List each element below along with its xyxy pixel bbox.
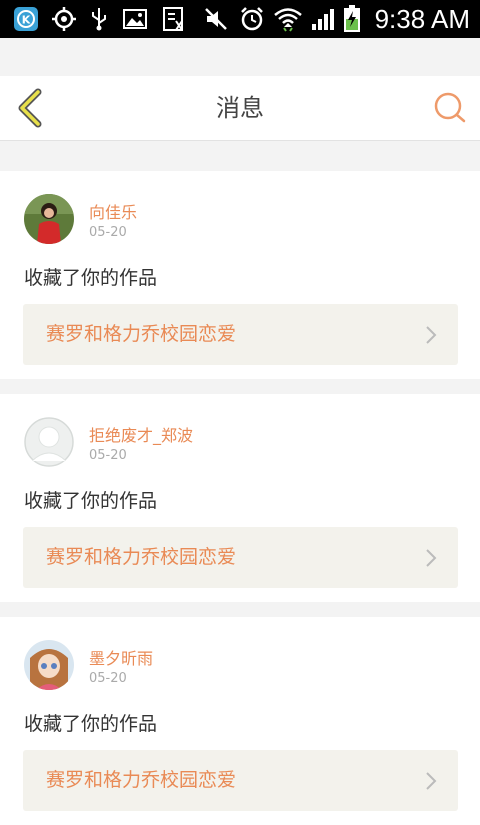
k-app-icon: K bbox=[12, 6, 40, 32]
usb-icon bbox=[88, 6, 110, 32]
signal-icon bbox=[309, 6, 337, 32]
app-header: 消息 bbox=[0, 76, 480, 141]
username[interactable]: 拒绝废才_郑波 bbox=[89, 422, 193, 446]
username[interactable]: 墨夕昕雨 bbox=[89, 645, 153, 669]
avatar[interactable] bbox=[24, 417, 74, 467]
chevron-right-icon bbox=[426, 326, 437, 344]
top-spacer bbox=[0, 38, 480, 76]
action-text: 收藏了你的作品 bbox=[24, 713, 158, 735]
avatar[interactable] bbox=[24, 194, 74, 244]
work-link[interactable]: 赛罗和格力乔校园恋爱 bbox=[23, 527, 458, 588]
search-button[interactable] bbox=[432, 90, 468, 126]
location-icon bbox=[50, 6, 78, 32]
mute-icon bbox=[203, 6, 229, 32]
avatar[interactable] bbox=[24, 640, 74, 690]
chevron-right-icon bbox=[426, 549, 437, 567]
wifi-icon bbox=[273, 6, 303, 32]
work-title: 赛罗和格力乔校园恋爱 bbox=[46, 546, 237, 568]
message-card: 墨夕昕雨 05-20 收藏了你的作品 赛罗和格力乔校园恋爱 bbox=[0, 617, 480, 825]
message-date: 05-20 bbox=[89, 671, 127, 686]
status-bar: K 9:38 AM bbox=[0, 0, 480, 38]
action-text: 收藏了你的作品 bbox=[24, 267, 158, 289]
chevron-right-icon bbox=[426, 772, 437, 790]
username[interactable]: 向佳乐 bbox=[89, 199, 137, 223]
work-link[interactable]: 赛罗和格力乔校园恋爱 bbox=[23, 304, 458, 365]
svg-text:K: K bbox=[22, 14, 31, 27]
work-title: 赛罗和格力乔校园恋爱 bbox=[46, 769, 237, 791]
image-icon bbox=[121, 6, 149, 32]
message-card: 拒绝废才_郑波 05-20 收藏了你的作品 赛罗和格力乔校园恋爱 bbox=[0, 394, 480, 602]
download-icon bbox=[160, 6, 186, 32]
alarm-icon bbox=[238, 6, 266, 32]
search-icon bbox=[434, 92, 466, 123]
work-title: 赛罗和格力乔校园恋爱 bbox=[46, 323, 237, 345]
message-list: 向佳乐 05-20 收藏了你的作品 赛罗和格力乔校园恋爱 拒绝废才_郑波 05-… bbox=[0, 156, 480, 825]
work-link[interactable]: 赛罗和格力乔校园恋爱 bbox=[23, 750, 458, 811]
message-date: 05-20 bbox=[89, 448, 127, 463]
message-date: 05-20 bbox=[89, 225, 127, 240]
message-card: 向佳乐 05-20 收藏了你的作品 赛罗和格力乔校园恋爱 bbox=[0, 171, 480, 379]
page-title: 消息 bbox=[216, 94, 264, 122]
battery-charging-icon bbox=[342, 5, 362, 32]
action-text: 收藏了你的作品 bbox=[24, 490, 158, 512]
clock-time: 9:38 AM bbox=[374, 4, 470, 34]
